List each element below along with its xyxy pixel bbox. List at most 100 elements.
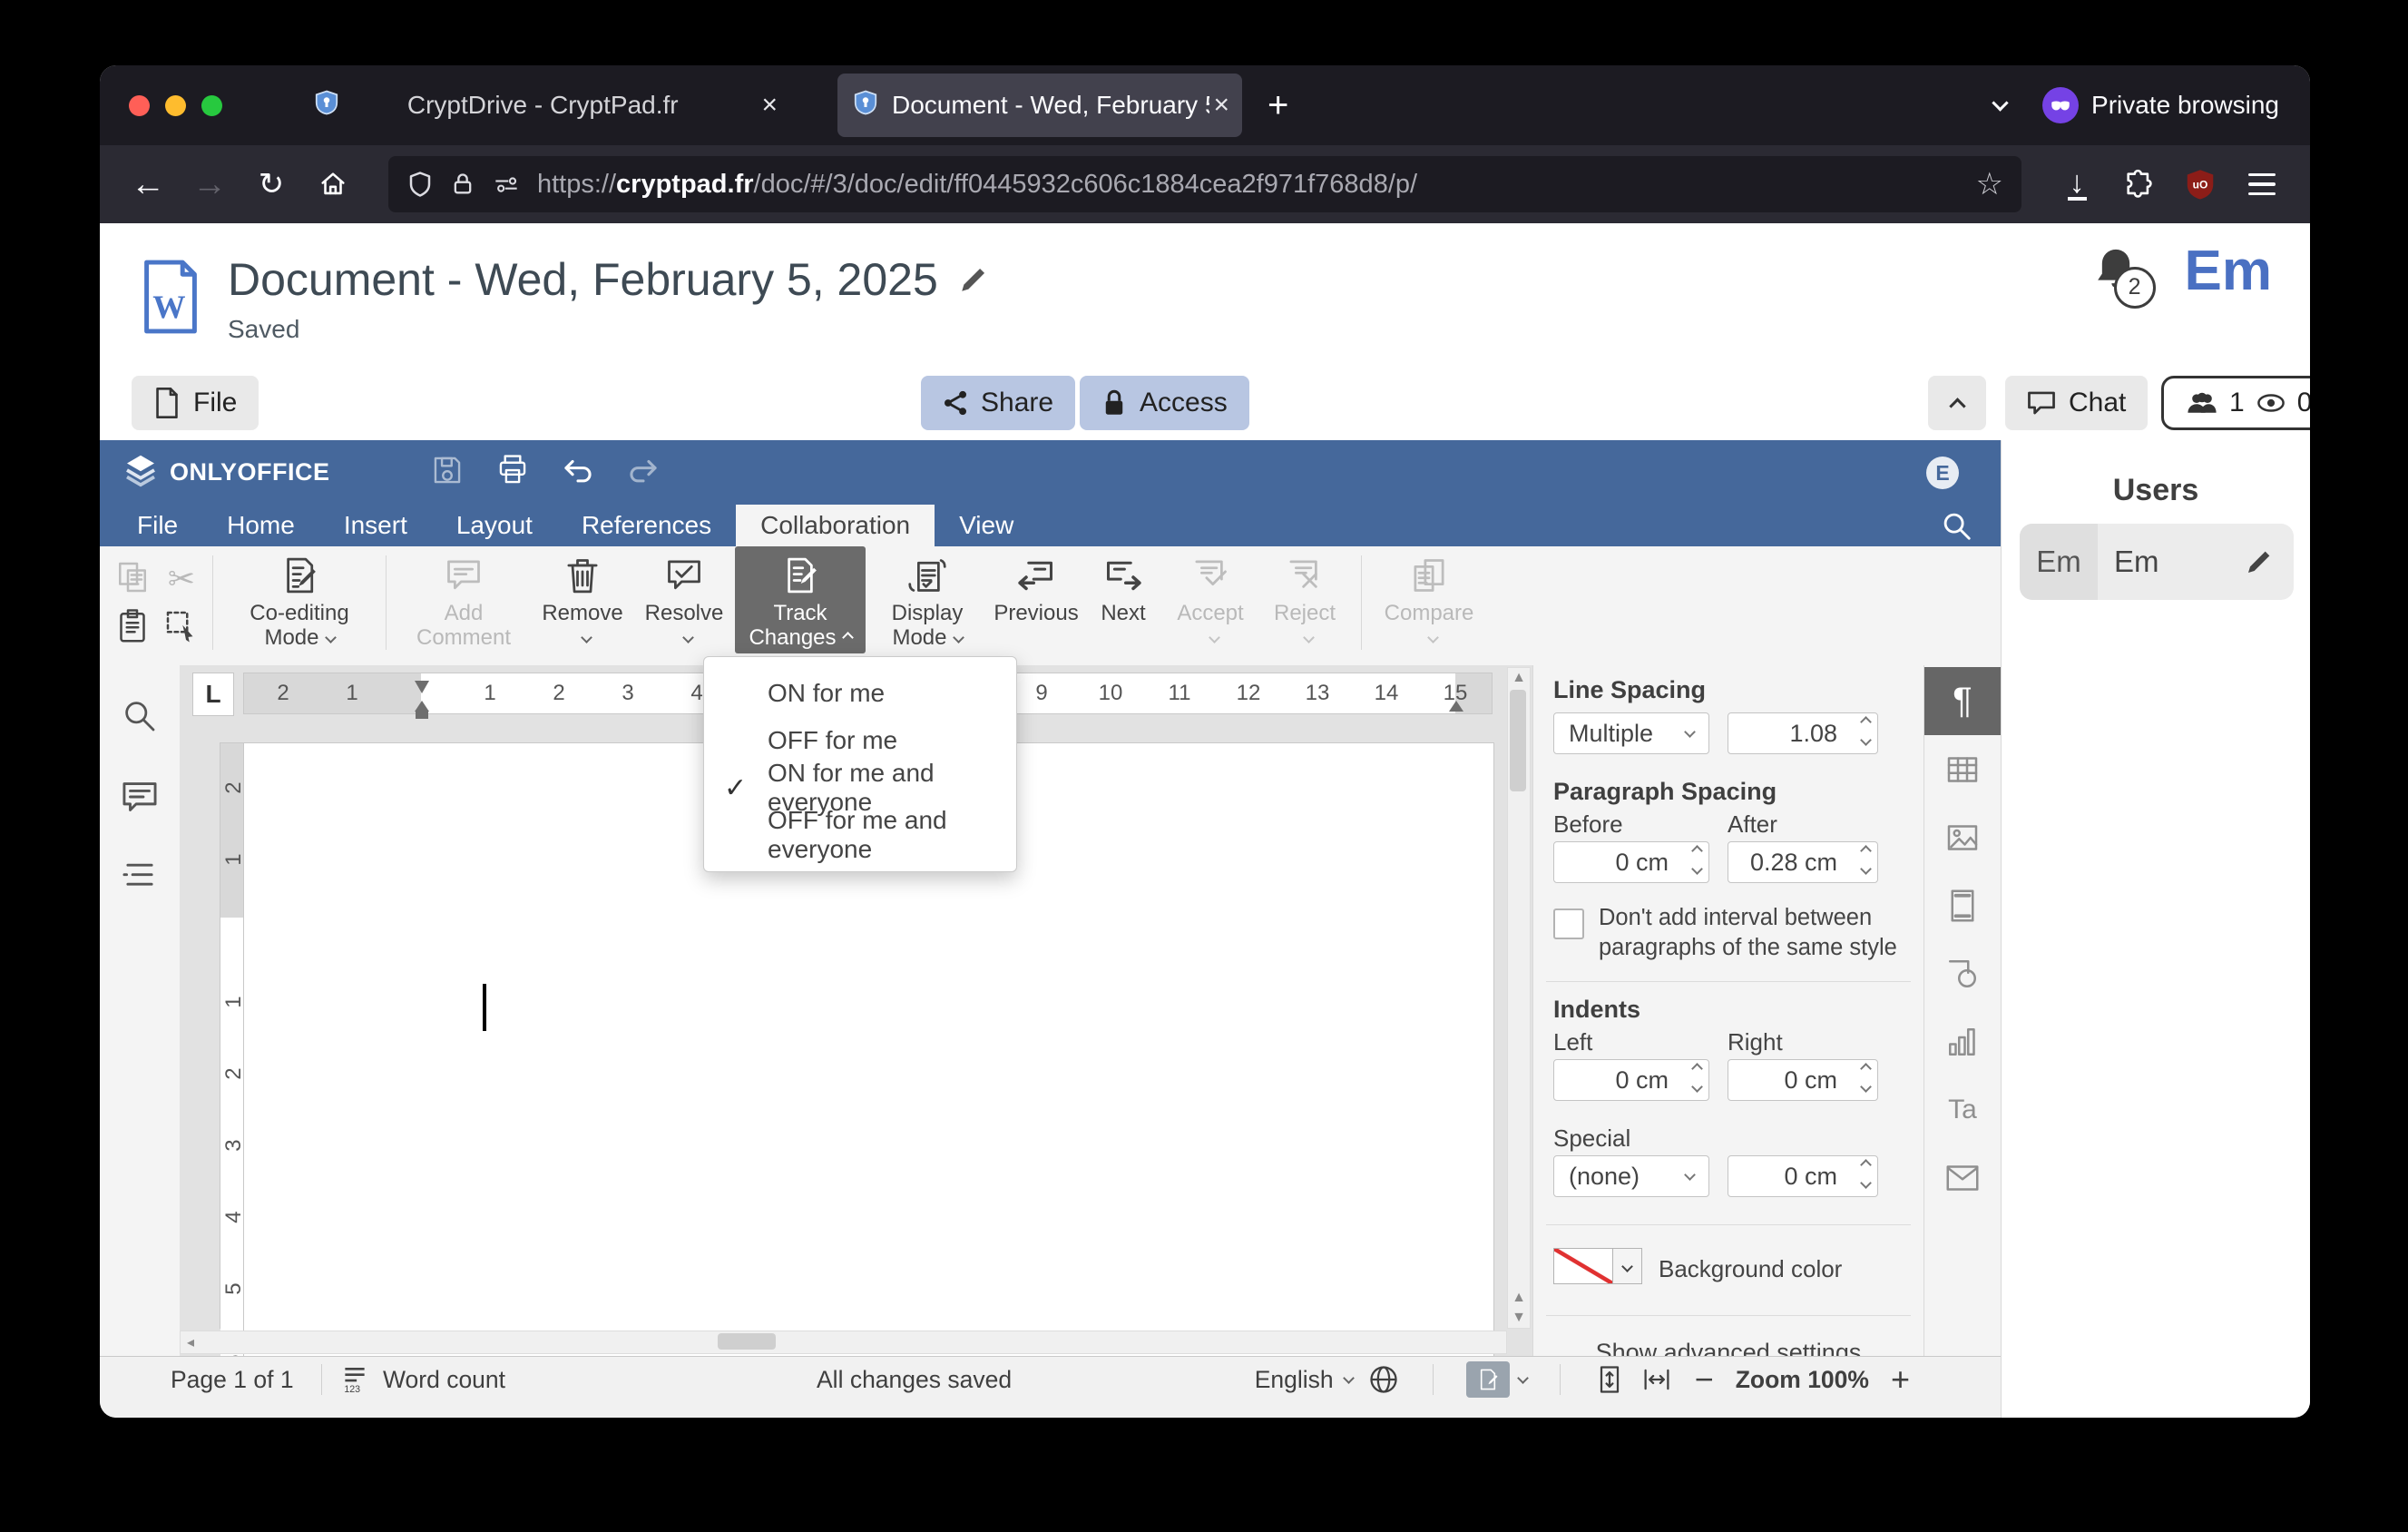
header-footer-settings-icon[interactable]	[1924, 871, 2001, 939]
chat-button[interactable]: Chat	[2005, 376, 2149, 430]
downloads-button[interactable]: ↓	[2049, 158, 2105, 211]
tab-stop-selector[interactable]: L	[192, 673, 234, 716]
background-color-dropdown[interactable]	[1613, 1248, 1642, 1284]
scroll-left-icon[interactable]: ◂	[181, 1331, 201, 1353]
office-tab-view[interactable]: View	[935, 505, 1038, 546]
window-zoom-button[interactable]	[201, 94, 222, 116]
office-tab-home[interactable]: Home	[202, 505, 319, 546]
office-tab-layout[interactable]: Layout	[432, 505, 557, 546]
horizontal-scrollbar[interactable]: ◂	[180, 1331, 1507, 1354]
back-button[interactable]: ←	[120, 158, 176, 211]
spin-up-icon[interactable]	[1860, 716, 1872, 728]
tab-close-icon[interactable]: ×	[745, 90, 794, 121]
previous-change-button[interactable]: Previous	[989, 546, 1083, 625]
mail-merge-icon[interactable]	[1924, 1144, 2001, 1212]
list-tabs-chevron[interactable]	[1992, 94, 2009, 113]
share-button[interactable]: Share	[921, 376, 1076, 430]
vertical-scrollbar[interactable]: ▲ ▲ ▼	[1507, 667, 1531, 1329]
ublock-origin-icon[interactable]: uO	[2172, 158, 2228, 211]
vertical-scroll-thumb[interactable]	[1510, 690, 1526, 791]
track-changes-status-toggle[interactable]	[1465, 1361, 1529, 1398]
no-interval-checkbox[interactable]	[1553, 908, 1584, 939]
remove-comment-button[interactable]: Remove	[532, 546, 633, 650]
select-all-icon[interactable]	[163, 608, 200, 649]
menu-button[interactable]	[2234, 158, 2290, 211]
bookmark-star-icon[interactable]: ☆	[1976, 166, 2003, 202]
document-title[interactable]: Document - Wed, February 5, 2025	[228, 253, 989, 306]
spacing-after-spinner[interactable]: 0.28 cm	[1728, 841, 1878, 883]
line-spacing-amount-spinner[interactable]: 1.08	[1728, 712, 1878, 754]
compare-documents-button[interactable]: Compare	[1371, 546, 1487, 650]
fit-width-icon[interactable]	[1640, 1363, 1673, 1396]
special-amount-spinner[interactable]: 0 cm	[1728, 1155, 1878, 1197]
tracking-shield-icon[interactable]	[406, 171, 434, 198]
previous-page-icon[interactable]: ▲	[1508, 1288, 1530, 1308]
spin-down-icon[interactable]	[1860, 734, 1872, 746]
forward-button[interactable]: →	[181, 158, 238, 211]
spin-up-icon[interactable]	[1860, 845, 1872, 857]
text-art-settings-icon[interactable]: Ta	[1924, 1075, 2001, 1144]
reject-change-button[interactable]: Reject	[1258, 546, 1352, 650]
indent-left-spinner[interactable]: 0 cm	[1553, 1059, 1709, 1101]
language-selector[interactable]: English	[1255, 1366, 1355, 1394]
menu-item-off-for-me[interactable]: OFF for me	[704, 717, 1016, 764]
image-settings-icon[interactable]	[1924, 803, 2001, 871]
indent-right-spinner[interactable]: 0 cm	[1728, 1059, 1878, 1101]
paragraph-settings-icon[interactable]: ¶	[1924, 667, 2001, 735]
spin-down-icon[interactable]	[1860, 1081, 1872, 1093]
comments-icon[interactable]	[121, 779, 159, 820]
page-indicator[interactable]: Page 1 of 1	[171, 1357, 294, 1402]
resolve-comment-button[interactable]: Resolve	[633, 546, 735, 650]
home-button[interactable]	[305, 158, 361, 211]
browser-tab-document[interactable]: Document - Wed, February 5, 2 ×	[837, 74, 1242, 137]
url-bar[interactable]: https://cryptpad.fr/doc/#/3/doc/edit/ff0…	[388, 156, 2021, 212]
add-comment-button[interactable]: Add Comment	[396, 546, 532, 650]
special-select[interactable]: (none)	[1553, 1155, 1709, 1197]
first-line-indent-marker[interactable]	[415, 681, 429, 693]
spin-up-icon[interactable]	[1860, 1063, 1872, 1075]
spin-down-icon[interactable]	[1860, 863, 1872, 875]
redo-icon[interactable]	[626, 453, 661, 492]
spin-up-icon[interactable]	[1860, 1159, 1872, 1171]
menu-item-off-for-me-and-everyone[interactable]: OFF for me and everyone	[704, 806, 1016, 863]
window-close-button[interactable]	[129, 94, 150, 116]
scroll-down-icon[interactable]: ▼	[1508, 1308, 1530, 1328]
spin-down-icon[interactable]	[1691, 1081, 1703, 1093]
navigation-headings-icon[interactable]	[121, 859, 159, 897]
zoom-level[interactable]: Zoom 100%	[1736, 1366, 1869, 1394]
paste-icon[interactable]	[114, 608, 151, 649]
user-list-button[interactable]: 1 0	[2161, 376, 2310, 430]
word-count-button[interactable]: 123 Word count	[339, 1357, 505, 1402]
edit-name-pencil-icon[interactable]	[2245, 547, 2274, 576]
menu-item-on-for-me-and-everyone[interactable]: ✓ ON for me and everyone	[704, 759, 1016, 816]
spellcheck-globe-icon[interactable]	[1367, 1363, 1400, 1396]
right-indent-marker[interactable]	[1449, 701, 1463, 712]
find-icon[interactable]	[122, 698, 158, 739]
track-changes-button[interactable]: Track Changes	[735, 546, 866, 653]
reload-button[interactable]: ↻	[243, 158, 299, 211]
office-tab-insert[interactable]: Insert	[319, 505, 432, 546]
access-button[interactable]: Access	[1080, 376, 1249, 430]
background-color-swatch[interactable]	[1553, 1248, 1613, 1284]
line-spacing-select[interactable]: Multiple	[1553, 712, 1709, 754]
office-tab-collaboration[interactable]: Collaboration	[736, 505, 935, 546]
coediting-mode-button[interactable]: Co-editing Mode	[222, 546, 377, 650]
browser-tab-cryptdrive[interactable]: CryptDrive - CryptPad.fr ×	[313, 89, 794, 123]
zoom-out-button[interactable]: −	[1688, 1360, 1721, 1399]
save-icon[interactable]	[430, 453, 465, 492]
tab-close-icon[interactable]: ×	[1209, 90, 1233, 121]
horizontal-scroll-thumb[interactable]	[718, 1333, 776, 1350]
copy-icon[interactable]	[114, 559, 151, 600]
spin-up-icon[interactable]	[1691, 845, 1703, 857]
notifications-bell-icon[interactable]: 2	[2090, 244, 2156, 309]
office-tab-references[interactable]: References	[557, 505, 736, 546]
office-tab-file[interactable]: File	[113, 505, 202, 546]
accept-change-button[interactable]: Accept	[1163, 546, 1258, 650]
permissions-icon[interactable]	[492, 172, 521, 197]
fit-page-icon[interactable]	[1593, 1363, 1626, 1396]
collapse-toolbar-button[interactable]	[1928, 376, 1986, 430]
undo-icon[interactable]	[561, 453, 595, 492]
spin-up-icon[interactable]	[1691, 1063, 1703, 1075]
file-menu-button[interactable]: File	[132, 376, 259, 430]
edit-title-pencil-icon[interactable]	[958, 264, 989, 295]
